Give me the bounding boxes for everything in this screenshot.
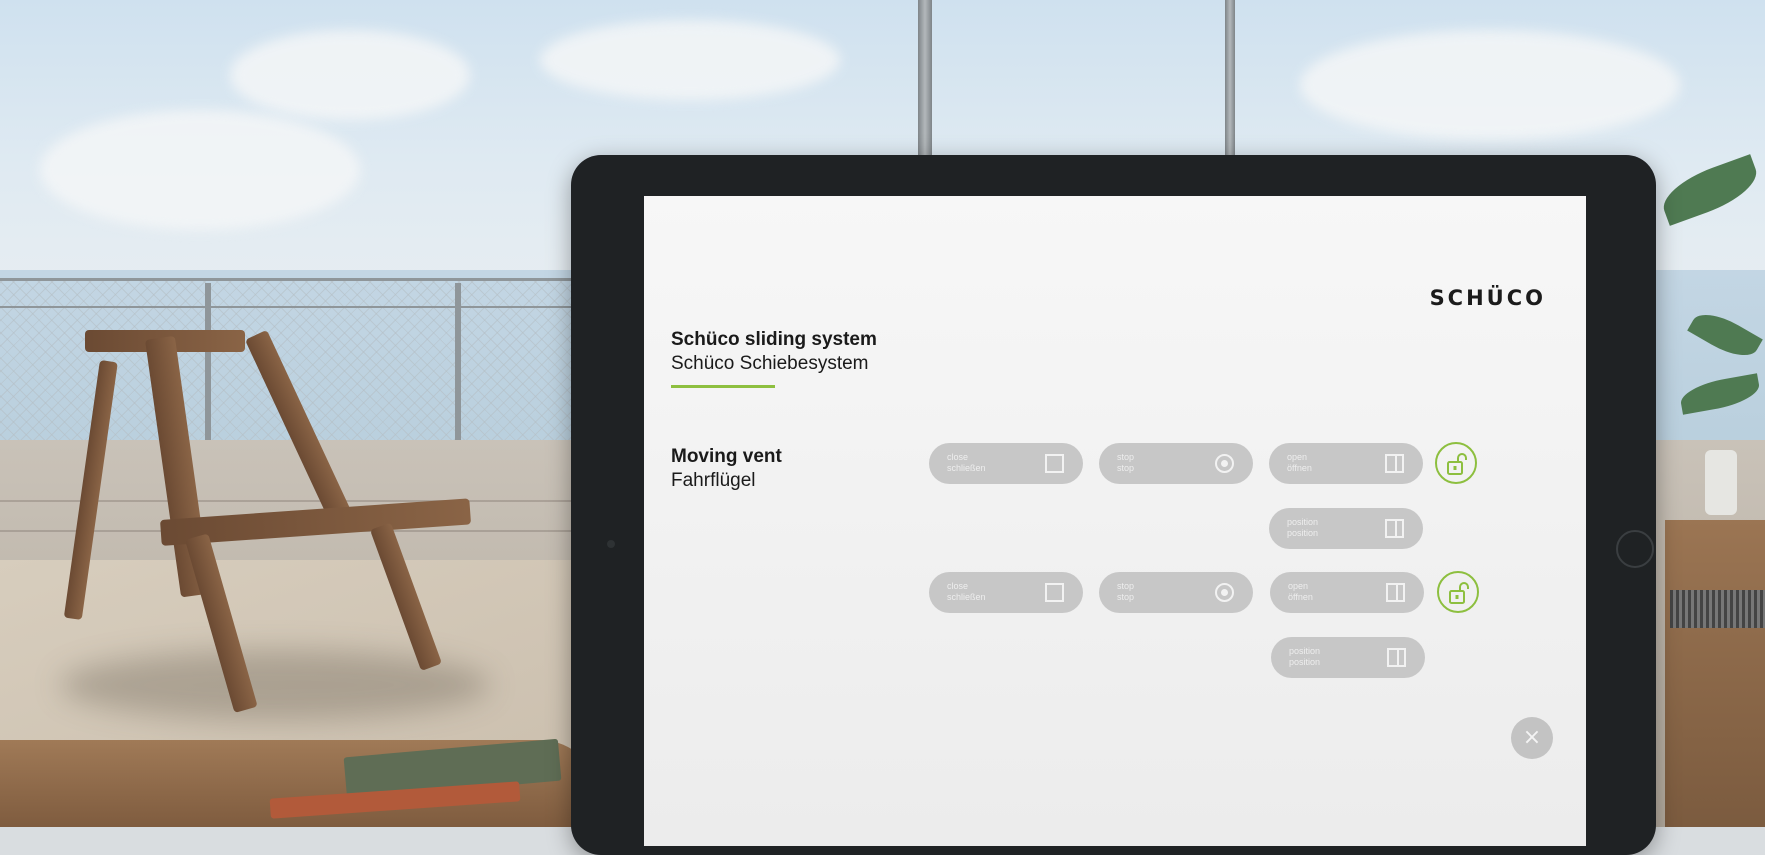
cloud <box>230 30 470 120</box>
square-icon <box>1045 583 1064 602</box>
system-title-en: Schüco sliding system <box>671 329 877 350</box>
deck-right <box>1665 520 1765 827</box>
vent-1-position-button[interactable]: position position <box>1269 508 1423 549</box>
close-button[interactable]: × <box>1511 717 1553 759</box>
open-panel-icon <box>1385 454 1404 473</box>
vent-1-unlocked-padlock-icon[interactable] <box>1435 442 1477 484</box>
vent-1-stop-button[interactable]: stop stop <box>1099 443 1253 484</box>
schueco-logo: SCHÜCO <box>1429 286 1546 310</box>
close-icon: × <box>1522 725 1542 750</box>
window-frame <box>918 0 932 160</box>
vent-1-open-button[interactable]: open öffnen <box>1269 443 1423 484</box>
vent-2-position-button[interactable]: position position <box>1271 637 1425 678</box>
tablet-screen: SCHÜCO Schüco sliding system Schüco Schi… <box>644 196 1586 846</box>
position-panel-icon <box>1387 648 1406 667</box>
vent-2-unlocked-padlock-icon[interactable] <box>1437 571 1479 613</box>
vent-2-stop-button[interactable]: stop stop <box>1099 572 1253 613</box>
section-title: Moving vent Fahrflügel <box>671 446 782 492</box>
railing-bar <box>0 306 600 308</box>
section-title-en: Moving vent <box>671 446 782 467</box>
tablet-home-button[interactable] <box>1616 530 1654 568</box>
railing-top <box>0 278 600 281</box>
vent-2-close-button[interactable]: close schließen <box>929 572 1083 613</box>
stop-circle-icon <box>1215 454 1234 473</box>
square-icon <box>1045 454 1064 473</box>
tablet-camera <box>607 540 615 548</box>
cloud <box>540 20 840 100</box>
plant-pot <box>1705 450 1737 515</box>
floor-grate <box>1670 590 1765 628</box>
title-underline <box>671 385 775 388</box>
open-panel-icon <box>1386 583 1405 602</box>
system-title-de: Schüco Schiebesystem <box>671 353 869 374</box>
tablet-device: SCHÜCO Schüco sliding system Schüco Schi… <box>571 155 1656 855</box>
railing-post <box>455 283 461 453</box>
railing-post <box>205 283 211 463</box>
cloud <box>40 110 360 230</box>
cloud <box>1300 30 1680 140</box>
window-frame <box>1225 0 1235 160</box>
system-title: Schüco sliding system Schüco Schiebesyst… <box>671 329 877 388</box>
position-panel-icon <box>1385 519 1404 538</box>
stop-circle-icon <box>1215 583 1234 602</box>
vent-1-close-button[interactable]: close schließen <box>929 443 1083 484</box>
vent-2-open-button[interactable]: open öffnen <box>1270 572 1424 613</box>
section-title-de: Fahrflügel <box>671 470 756 491</box>
